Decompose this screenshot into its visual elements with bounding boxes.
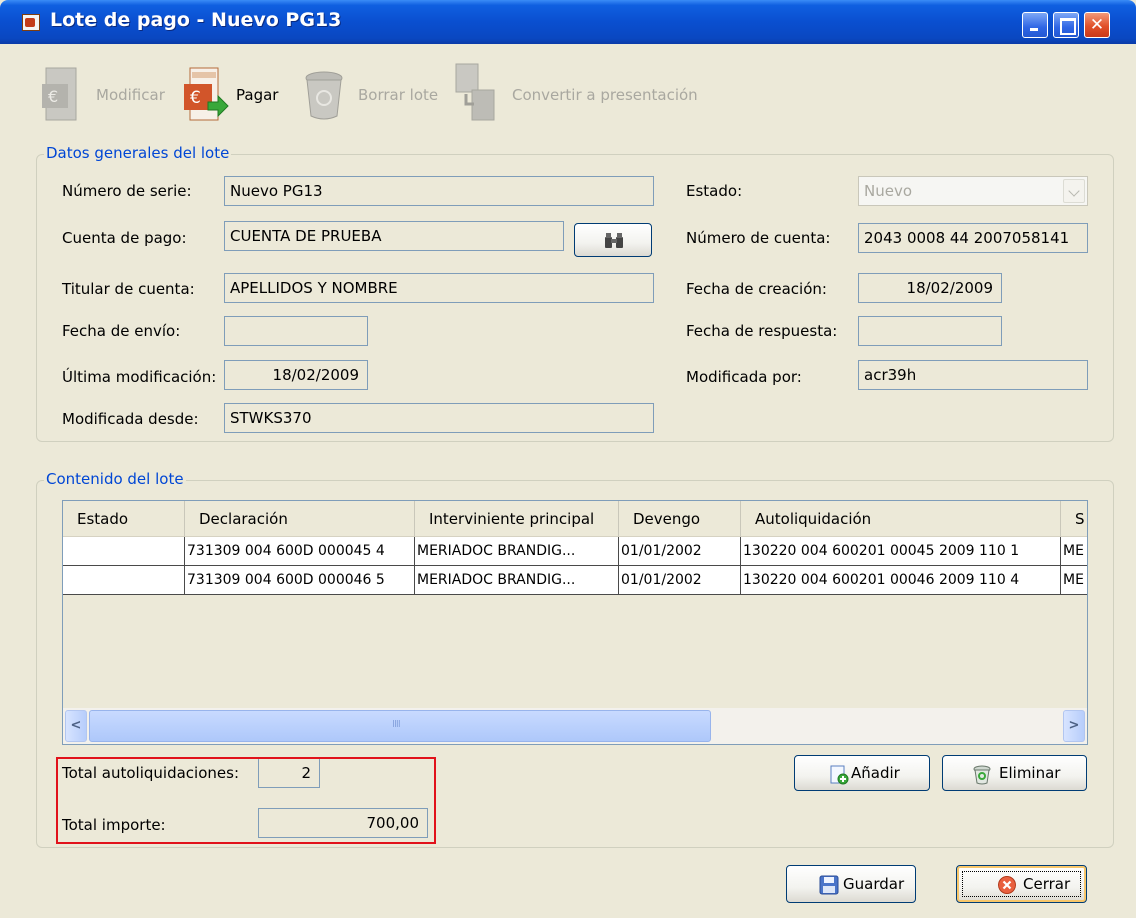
horizontal-scrollbar[interactable]: < > bbox=[63, 708, 1087, 744]
pagar-label: Pagar bbox=[236, 86, 279, 104]
estado-value: Nuevo bbox=[864, 182, 913, 200]
fecha-envio-field[interactable] bbox=[224, 316, 368, 346]
modificada-por-label: Modificada por: bbox=[686, 368, 802, 386]
numero-cuenta-label: Número de cuenta: bbox=[686, 229, 831, 247]
maximize-icon bbox=[1054, 13, 1078, 37]
cell-devengo: 01/01/2002 bbox=[619, 537, 741, 566]
cell-s: ME bbox=[1061, 566, 1087, 595]
scroll-right-button[interactable]: > bbox=[1063, 710, 1085, 742]
anadir-label: Añadir bbox=[851, 764, 900, 782]
cuenta-pago-field[interactable]: CUENTA DE PRUEBA bbox=[224, 221, 564, 251]
svg-text:€: € bbox=[48, 87, 58, 106]
general-data-legend: Datos generales del lote bbox=[44, 144, 232, 162]
column-header-interviniente[interactable]: Interviniente principal bbox=[415, 501, 619, 537]
contenido-legend: Contenido del lote bbox=[44, 470, 186, 488]
minimize-button[interactable] bbox=[1022, 12, 1048, 38]
eliminar-button[interactable]: Eliminar bbox=[942, 755, 1087, 791]
pay-document-icon: € bbox=[184, 67, 229, 121]
lote-table[interactable]: Estado Declaración Interviniente princip… bbox=[62, 500, 1088, 745]
floppy-disk-icon bbox=[819, 875, 839, 895]
modificada-desde-label: Modificada desde: bbox=[62, 410, 199, 428]
trash-icon bbox=[305, 71, 343, 120]
ultima-modificacion-field[interactable]: 18/02/2009 bbox=[224, 360, 368, 390]
cell-autoliquidacion: 130220 004 600201 00045 2009 110 1 bbox=[741, 537, 1061, 566]
document-edit-icon: € bbox=[42, 67, 77, 121]
titular-field[interactable]: APELLIDOS Y NOMBRE bbox=[224, 273, 654, 303]
binoculars-icon bbox=[605, 233, 623, 248]
cell-devengo: 01/01/2002 bbox=[619, 566, 741, 595]
numero-serie-label: Número de serie: bbox=[62, 182, 192, 200]
convertir-button[interactable]: Convertir a presentación bbox=[452, 60, 722, 130]
close-window-button[interactable]: ✕ bbox=[1084, 12, 1110, 38]
guardar-label: Guardar bbox=[843, 875, 905, 893]
modificar-button[interactable]: € Modificar bbox=[40, 60, 175, 130]
totals-highlight-box bbox=[56, 757, 436, 844]
cell-estado bbox=[63, 537, 185, 566]
modificar-label: Modificar bbox=[96, 86, 165, 104]
fecha-respuesta-label: Fecha de respuesta: bbox=[686, 322, 838, 340]
cell-declaracion: 731309 004 600D 000045 4 bbox=[185, 537, 415, 566]
svg-text:€: € bbox=[190, 88, 201, 108]
modificada-desde-field[interactable]: STWKS370 bbox=[224, 403, 654, 433]
maximize-button[interactable] bbox=[1053, 12, 1079, 38]
eliminar-label: Eliminar bbox=[999, 764, 1061, 782]
close-circle-icon bbox=[998, 876, 1016, 894]
cell-estado bbox=[63, 566, 185, 595]
cell-autoliquidacion: 130220 004 600201 00046 2009 110 4 bbox=[741, 566, 1061, 595]
close-icon: ✕ bbox=[1089, 15, 1105, 35]
trash-icon bbox=[973, 765, 991, 785]
numero-serie-field[interactable]: Nuevo PG13 bbox=[224, 176, 654, 206]
convert-icon bbox=[455, 63, 495, 121]
cerrar-label: Cerrar bbox=[1023, 875, 1071, 893]
convertir-label: Convertir a presentación bbox=[512, 86, 698, 104]
fecha-envio-label: Fecha de envío: bbox=[62, 322, 181, 340]
fecha-creacion-label: Fecha de creación: bbox=[686, 280, 827, 298]
cuenta-pago-label: Cuenta de pago: bbox=[62, 229, 187, 247]
scroll-thumb[interactable] bbox=[89, 710, 711, 742]
add-document-icon bbox=[830, 765, 849, 785]
column-header-s[interactable]: S bbox=[1061, 501, 1087, 537]
buscar-cuenta-button[interactable] bbox=[574, 223, 652, 257]
scroll-left-button[interactable]: < bbox=[65, 710, 87, 742]
estado-select[interactable]: Nuevo bbox=[858, 176, 1088, 206]
column-header-autoliquidacion[interactable]: Autoliquidación bbox=[741, 501, 1061, 537]
title-bar[interactable]: Lote de pago - Nuevo PG13 ✕ bbox=[0, 0, 1136, 44]
borrar-lote-label: Borrar lote bbox=[358, 86, 439, 104]
cell-interviniente: MERIADOC BRANDIG... bbox=[415, 537, 619, 566]
cerrar-button[interactable]: Cerrar bbox=[956, 865, 1087, 903]
cell-s: ME bbox=[1061, 537, 1087, 566]
window-title: Lote de pago - Nuevo PG13 bbox=[50, 9, 342, 31]
pagar-button[interactable]: € Pagar bbox=[182, 60, 292, 130]
estado-label: Estado: bbox=[686, 182, 743, 200]
anadir-button[interactable]: Añadir bbox=[794, 755, 930, 791]
numero-cuenta-field[interactable]: 2043 0008 44 2007058141 bbox=[858, 223, 1088, 253]
arrow-left-icon: < bbox=[70, 718, 82, 733]
minimize-icon bbox=[1023, 13, 1047, 37]
fecha-respuesta-field[interactable] bbox=[858, 316, 1002, 346]
cell-interviniente: MERIADOC BRANDIG... bbox=[415, 566, 619, 595]
guardar-button[interactable]: Guardar bbox=[786, 865, 916, 903]
column-header-declaracion[interactable]: Declaración bbox=[185, 501, 415, 537]
chevron-down-icon[interactable] bbox=[1063, 179, 1085, 203]
cell-declaracion: 731309 004 600D 000046 5 bbox=[185, 566, 415, 595]
ultima-modificacion-label: Última modificación: bbox=[62, 368, 217, 386]
borrar-lote-button[interactable]: Borrar lote bbox=[302, 60, 438, 130]
arrow-right-icon: > bbox=[1068, 718, 1080, 733]
document-euro-icon bbox=[22, 14, 40, 31]
column-header-estado[interactable]: Estado bbox=[63, 501, 185, 537]
modificada-por-field[interactable]: acr39h bbox=[858, 360, 1088, 390]
fecha-creacion-field[interactable]: 18/02/2009 bbox=[858, 273, 1002, 303]
titular-label: Titular de cuenta: bbox=[62, 280, 195, 298]
column-header-devengo[interactable]: Devengo bbox=[619, 501, 741, 537]
